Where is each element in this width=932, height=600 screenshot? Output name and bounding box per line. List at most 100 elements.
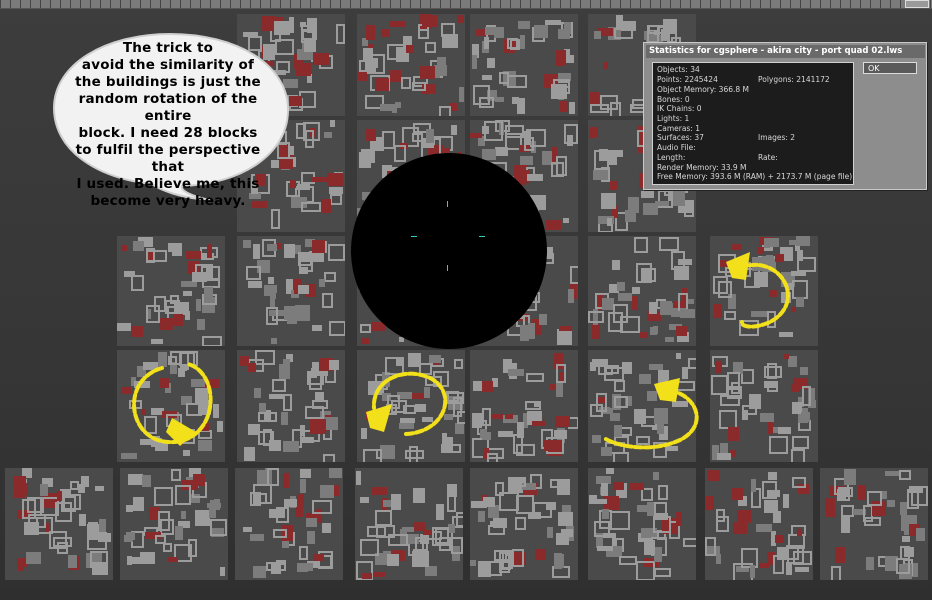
building <box>424 387 430 398</box>
building <box>534 25 548 38</box>
building <box>246 266 261 280</box>
building <box>141 409 146 415</box>
building <box>87 532 107 550</box>
building <box>81 476 89 487</box>
building <box>756 524 772 532</box>
city-block <box>820 468 928 580</box>
building <box>483 497 495 507</box>
building <box>622 362 632 374</box>
building <box>786 545 799 560</box>
building <box>271 338 277 344</box>
building <box>797 250 803 261</box>
building <box>613 482 624 490</box>
building <box>488 525 505 535</box>
building <box>764 500 778 513</box>
building <box>589 127 598 138</box>
building <box>602 509 609 519</box>
building <box>422 417 433 422</box>
stat-polygons: Polygons: 2141172 <box>758 75 830 84</box>
building <box>660 301 672 315</box>
building <box>791 449 805 462</box>
building <box>366 25 375 40</box>
building <box>90 551 108 568</box>
city-block <box>470 468 578 580</box>
stat-lights: Lights: 1 <box>657 114 690 123</box>
building <box>276 560 286 565</box>
building <box>27 497 44 513</box>
building <box>185 311 190 320</box>
building <box>454 359 463 369</box>
building <box>551 162 564 177</box>
building <box>361 428 367 439</box>
statistics-dialog[interactable]: Statistics for cgsphere - akira city - p… <box>643 42 927 190</box>
city-block <box>588 236 696 346</box>
building <box>434 65 447 76</box>
building <box>269 394 284 399</box>
building <box>312 325 322 331</box>
building <box>329 468 342 478</box>
building <box>556 364 566 383</box>
building <box>202 336 222 346</box>
crosshair-icon <box>447 201 448 207</box>
building <box>733 522 747 534</box>
building <box>298 285 309 294</box>
building <box>607 218 612 226</box>
building <box>324 272 336 282</box>
building <box>588 311 604 323</box>
building <box>311 177 327 182</box>
building <box>210 500 216 508</box>
building <box>254 388 261 398</box>
building <box>512 549 524 567</box>
building <box>559 326 572 331</box>
building <box>18 563 24 571</box>
building <box>413 488 425 503</box>
building <box>858 485 866 500</box>
building <box>484 37 489 49</box>
building <box>495 97 504 102</box>
building <box>528 323 535 339</box>
building <box>186 251 201 259</box>
building <box>717 453 731 460</box>
stat-length: Length: <box>657 153 686 162</box>
city-block <box>357 350 465 462</box>
building <box>786 562 792 575</box>
building <box>557 329 572 345</box>
building <box>270 285 276 299</box>
building <box>649 364 663 370</box>
building <box>724 311 736 320</box>
building <box>659 237 679 251</box>
speech-line: block. I need 28 blocks <box>78 125 258 141</box>
building <box>515 517 526 530</box>
building <box>482 408 491 426</box>
corner-button[interactable] <box>905 0 929 8</box>
building <box>357 71 367 81</box>
building <box>392 104 397 113</box>
building <box>360 497 369 503</box>
ok-button[interactable]: OK <box>863 62 917 74</box>
timeline-ruler[interactable] <box>0 0 932 9</box>
building <box>279 364 290 379</box>
building <box>163 543 172 552</box>
building <box>649 302 657 314</box>
stat-object-memory: Object Memory: 366.8 M <box>657 85 750 94</box>
building <box>387 554 399 566</box>
building <box>243 527 252 532</box>
building <box>444 414 453 420</box>
building <box>687 299 694 304</box>
building <box>131 326 143 337</box>
viewport[interactable]: The trick to avoid the similarity of the b… <box>0 0 932 600</box>
building <box>556 533 569 545</box>
building <box>159 318 173 330</box>
building <box>166 414 182 427</box>
stat-surfaces: Surfaces: 37 <box>657 133 704 142</box>
building <box>55 502 72 522</box>
building <box>284 244 295 258</box>
building <box>643 203 658 215</box>
building <box>248 363 256 372</box>
stat-ik-chains: IK Chains: 0 <box>657 104 702 113</box>
building <box>372 487 387 495</box>
crosshair-tick-bottom <box>447 265 448 271</box>
speech-bubble-text: The trick to avoid the similarity of the b… <box>64 40 272 210</box>
building <box>902 536 910 542</box>
building <box>57 491 62 501</box>
